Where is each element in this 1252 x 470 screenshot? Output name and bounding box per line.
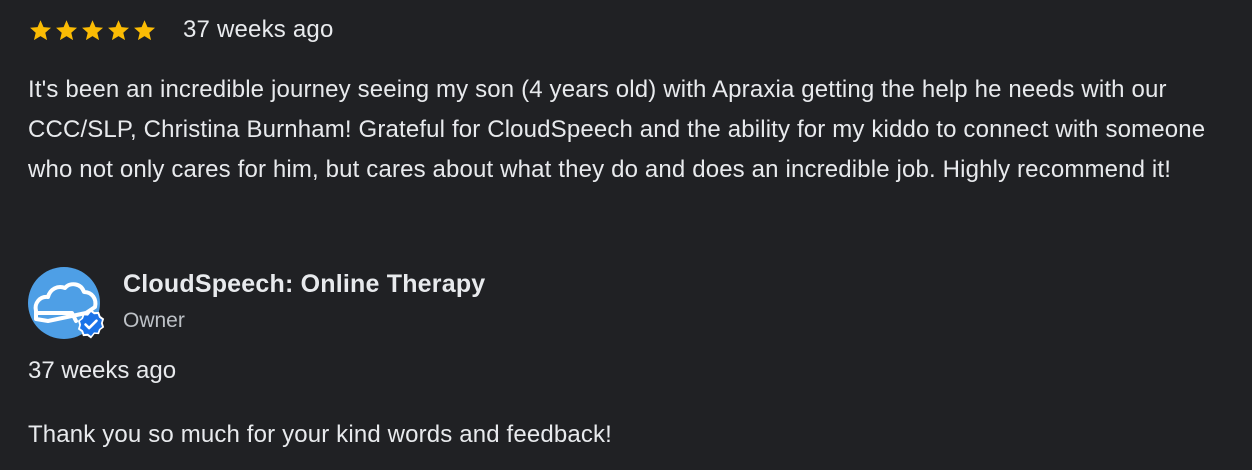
rating-row: 37 weeks ago: [28, 12, 334, 48]
review-text: It's been an incredible journey seeing m…: [28, 76, 1206, 183]
star-icon: [82, 19, 104, 40]
reply-text: Thank you so much for your kind words an…: [28, 421, 612, 448]
review-date: 37 weeks ago: [183, 16, 334, 43]
verified-check-icon: [77, 309, 105, 339]
star-icon: [30, 19, 52, 40]
star-icon: [108, 19, 130, 40]
reply-date: 37 weeks ago: [28, 357, 177, 384]
owner-role-label: Owner: [123, 309, 185, 332]
star-icon: [56, 19, 78, 40]
star-rating: [28, 18, 157, 43]
owner-name[interactable]: CloudSpeech: Online Therapy: [123, 270, 485, 299]
star-icon: [134, 19, 156, 40]
owner-avatar[interactable]: [28, 267, 105, 339]
owner-reply-header: CloudSpeech: Online Therapy Owner: [28, 265, 1228, 345]
